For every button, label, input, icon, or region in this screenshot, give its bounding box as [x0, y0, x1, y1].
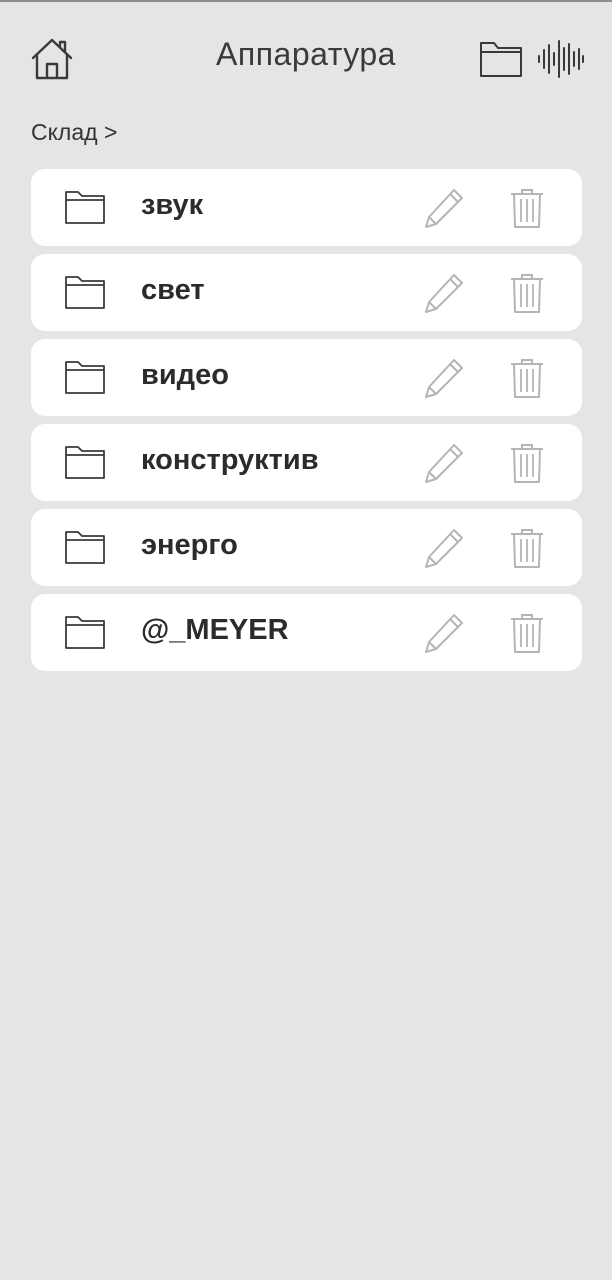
edit-button[interactable] [421, 440, 467, 486]
pencil-icon [425, 529, 463, 568]
list-item[interactable]: свет [31, 254, 582, 331]
folder-label: свет [141, 274, 205, 306]
pencil-icon [425, 444, 463, 483]
folder-label: конструктив [141, 444, 319, 476]
trash-icon [511, 614, 543, 653]
folder-button[interactable] [478, 38, 524, 80]
pencil-icon [425, 359, 463, 398]
delete-button[interactable] [507, 187, 547, 229]
trash-icon [511, 444, 543, 483]
sound-wave-icon [538, 40, 584, 78]
pencil-icon [425, 189, 463, 228]
list-item[interactable]: видео [31, 339, 582, 416]
folder-icon [65, 531, 105, 564]
folder-label: энерго [141, 529, 238, 561]
list-item[interactable]: @_MEYER [31, 594, 582, 671]
delete-button[interactable] [507, 612, 547, 654]
audio-button[interactable] [536, 38, 586, 80]
list-item[interactable]: конструктив [31, 424, 582, 501]
trash-icon [511, 274, 543, 313]
folder-icon [480, 42, 522, 77]
home-icon [31, 38, 73, 80]
delete-button[interactable] [507, 272, 547, 314]
trash-icon [511, 359, 543, 398]
edit-button[interactable] [421, 355, 467, 401]
edit-button[interactable] [421, 270, 467, 316]
breadcrumb[interactable]: Склад > [31, 119, 117, 146]
folder-list: звук свет видео конструктив энерго @_MEY… [31, 169, 582, 679]
folder-label: @_MEYER [141, 614, 289, 646]
folder-icon [65, 361, 105, 394]
edit-button[interactable] [421, 525, 467, 571]
pencil-icon [425, 274, 463, 313]
header: Аппаратура [0, 2, 612, 112]
folder-icon [65, 276, 105, 309]
edit-button[interactable] [421, 610, 467, 656]
home-button[interactable] [28, 36, 76, 82]
folder-icon [65, 191, 105, 224]
folder-icon [65, 446, 105, 479]
folder-icon [65, 616, 105, 649]
list-item[interactable]: звук [31, 169, 582, 246]
delete-button[interactable] [507, 527, 547, 569]
folder-label: звук [141, 189, 204, 221]
delete-button[interactable] [507, 442, 547, 484]
pencil-icon [425, 614, 463, 653]
list-item[interactable]: энерго [31, 509, 582, 586]
edit-button[interactable] [421, 185, 467, 231]
delete-button[interactable] [507, 357, 547, 399]
folder-label: видео [141, 359, 229, 391]
trash-icon [511, 529, 543, 568]
app-screen: Аппаратура Склад > звук свет видео конст… [0, 0, 612, 1280]
trash-icon [511, 189, 543, 228]
